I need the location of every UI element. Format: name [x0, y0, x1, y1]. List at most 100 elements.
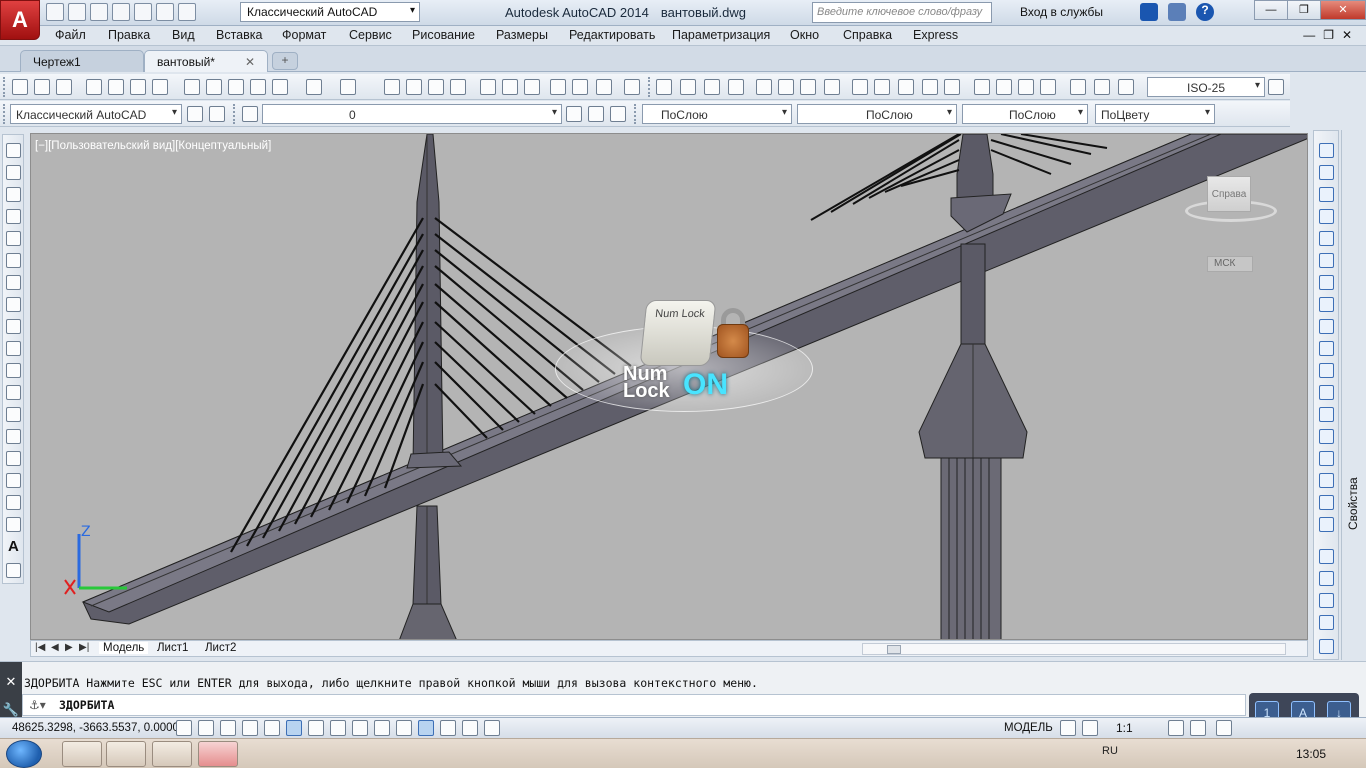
tab-layout2[interactable]: Лист2: [205, 642, 236, 654]
quick-dim-icon[interactable]: [852, 79, 868, 95]
polar-tracking-icon[interactable]: [264, 720, 280, 736]
skype-taskbar-icon[interactable]: [62, 741, 102, 767]
menu-file[interactable]: Файл: [55, 28, 86, 42]
center-mark-icon[interactable]: [996, 79, 1012, 95]
publish-icon[interactable]: [130, 79, 146, 95]
plot-style-select[interactable]: ПоЦвету: [1095, 104, 1215, 124]
tab-drawing1[interactable]: Чертеж1: [20, 50, 144, 72]
cut-icon[interactable]: [184, 79, 200, 95]
exchange-icon[interactable]: [1140, 3, 1158, 21]
menu-window[interactable]: Окно: [790, 28, 819, 42]
offset-icon[interactable]: [1319, 209, 1334, 224]
new-tab-button[interactable]: +: [272, 52, 298, 70]
auto-scale-icon[interactable]: [1190, 720, 1206, 736]
dim-style-icon[interactable]: [1268, 79, 1284, 95]
pan-icon[interactable]: [384, 79, 400, 95]
mirror-icon[interactable]: [1319, 187, 1334, 202]
stay-connected-icon[interactable]: [1168, 3, 1186, 21]
quick-view-drawings-icon[interactable]: [1082, 720, 1098, 736]
point-icon[interactable]: [6, 429, 21, 444]
dim-diameter-icon[interactable]: [800, 79, 816, 95]
workspace-settings-icon[interactable]: [187, 106, 203, 122]
construction-line-icon[interactable]: [6, 165, 21, 180]
start-button[interactable]: [6, 740, 42, 768]
menu-modify[interactable]: Редактировать: [569, 28, 655, 42]
bring-above-icon[interactable]: [1319, 593, 1334, 608]
menu-view[interactable]: Вид: [172, 28, 195, 42]
draw-order-front-icon[interactable]: [1319, 549, 1334, 564]
tab-vantovyi[interactable]: вантовый* ✕: [144, 50, 268, 72]
color-select[interactable]: ПоСлою: [642, 104, 792, 124]
dim-ordinate-icon[interactable]: [728, 79, 744, 95]
gradient-icon[interactable]: [6, 473, 21, 488]
line-icon[interactable]: [6, 143, 21, 158]
maximize-button[interactable]: ❐: [1287, 0, 1321, 20]
viewport-controls-label[interactable]: [−][Пользовательский вид][Концептуальный…: [35, 140, 271, 152]
menu-parametric[interactable]: Параметризация: [672, 28, 770, 42]
sign-in-button[interactable]: Вход в службы: [1020, 5, 1103, 19]
rectangle-icon[interactable]: [6, 231, 21, 246]
plot-preview-icon[interactable]: [108, 79, 124, 95]
annotation-visibility-icon[interactable]: [1168, 720, 1184, 736]
make-current-layer-icon[interactable]: [566, 106, 582, 122]
snap-mode-icon[interactable]: [198, 720, 214, 736]
insert-block-icon[interactable]: [6, 385, 21, 400]
layer-state-icon[interactable]: [610, 106, 626, 122]
ellipse-arc-icon[interactable]: [6, 363, 21, 378]
block-editor-icon[interactable]: [272, 79, 288, 95]
dim-break-icon[interactable]: [944, 79, 960, 95]
markup-icon[interactable]: [572, 79, 588, 95]
draw-order-back-icon[interactable]: [1319, 571, 1334, 586]
menu-help[interactable]: Справка: [843, 28, 892, 42]
array-icon[interactable]: [1319, 231, 1334, 246]
copy-object-icon[interactable]: [1319, 165, 1334, 180]
next-layout-icon[interactable]: ▶: [65, 642, 73, 653]
viewcube[interactable]: Справа: [1183, 170, 1283, 230]
drawing-viewport[interactable]: [−][Пользовательский вид][Концептуальный…: [30, 133, 1308, 640]
workspace-select[interactable]: Классический AutoCAD: [240, 2, 420, 22]
table-icon[interactable]: [6, 517, 21, 532]
workspace-switching-icon[interactable]: [1216, 720, 1232, 736]
menu-express[interactable]: Express: [913, 28, 958, 42]
layer-previous-icon[interactable]: [588, 106, 604, 122]
trim-icon[interactable]: [1319, 341, 1334, 356]
language-indicator[interactable]: RU: [1102, 745, 1118, 757]
jogged-linear-icon[interactable]: [1040, 79, 1056, 95]
explorer-taskbar-icon[interactable]: [152, 741, 192, 767]
3d-object-snap-icon[interactable]: [308, 720, 324, 736]
command-line-input[interactable]: ⚓▾ 3ДОРБИТА: [22, 694, 1246, 716]
dynamic-ucs-icon[interactable]: [352, 720, 368, 736]
undo-icon[interactable]: [306, 79, 322, 95]
revision-cloud-icon[interactable]: [6, 297, 21, 312]
inspect-icon[interactable]: [1018, 79, 1034, 95]
customize-command-icon[interactable]: 🔧: [0, 702, 22, 718]
fillet-icon[interactable]: [1319, 473, 1334, 488]
dim-space-icon[interactable]: [922, 79, 938, 95]
match-properties-icon[interactable]: [250, 79, 266, 95]
explode-icon[interactable]: [1319, 517, 1334, 532]
menu-insert[interactable]: Вставка: [216, 28, 262, 42]
lineweight-select[interactable]: ПоСлою: [962, 104, 1088, 124]
ellipse-icon[interactable]: [6, 341, 21, 356]
redo-icon[interactable]: [340, 79, 356, 95]
chrome-taskbar-icon[interactable]: [106, 741, 146, 767]
close-button[interactable]: ✕: [1320, 0, 1366, 20]
help-icon[interactable]: [624, 79, 640, 95]
dim-update-icon[interactable]: [1118, 79, 1134, 95]
infer-constraints-icon[interactable]: [176, 720, 192, 736]
menu-tools[interactable]: Сервис: [349, 28, 392, 42]
menu-dimension[interactable]: Размеры: [496, 28, 548, 42]
minimize-button[interactable]: —: [1254, 0, 1288, 20]
break-at-point-icon[interactable]: [1319, 385, 1334, 400]
tool-palettes-icon[interactable]: [524, 79, 540, 95]
save-as-icon[interactable]: [112, 3, 130, 21]
print-icon[interactable]: [134, 3, 152, 21]
rotate-icon[interactable]: [1319, 275, 1334, 290]
document-window-controls[interactable]: —❐✕: [1303, 28, 1360, 42]
dim-linear-icon[interactable]: [656, 79, 672, 95]
sheet-set-icon[interactable]: [550, 79, 566, 95]
join-icon[interactable]: [1319, 429, 1334, 444]
redo-icon[interactable]: [178, 3, 196, 21]
extend-icon[interactable]: [1319, 363, 1334, 378]
copy-icon[interactable]: [206, 79, 222, 95]
